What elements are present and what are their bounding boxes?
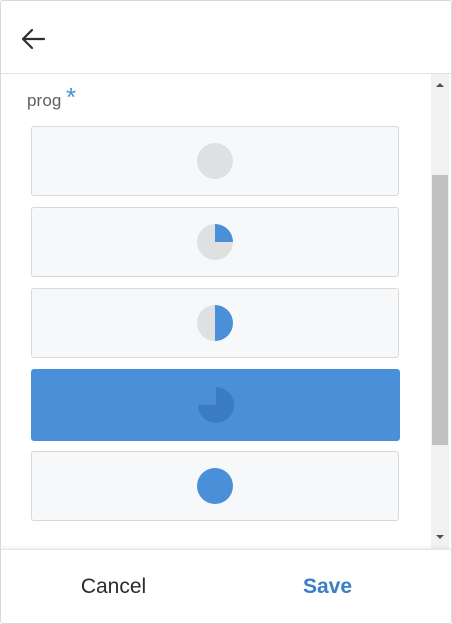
cancel-button[interactable]: Cancel (1, 550, 226, 623)
triangle-down-icon (436, 535, 444, 539)
required-asterisk: * (66, 82, 77, 112)
half-pie-icon (197, 305, 233, 341)
triangle-up-icon (436, 83, 444, 87)
progress-option-0[interactable] (31, 126, 399, 196)
three-quarter-pie-icon (197, 387, 234, 423)
scrollbar[interactable] (431, 74, 449, 549)
progress-option-100[interactable] (31, 451, 399, 521)
scroll-up-button[interactable] (431, 77, 449, 93)
dialog-footer: Cancel Save (1, 549, 451, 623)
progress-option-50[interactable] (31, 288, 399, 358)
empty-circle-icon (197, 143, 233, 179)
back-button[interactable] (17, 23, 49, 55)
full-circle-icon (197, 468, 233, 504)
field-label: prog (27, 91, 62, 110)
form-content: prog * (1, 74, 431, 549)
progress-option-25[interactable] (31, 207, 399, 277)
quarter-pie-icon (197, 224, 233, 260)
dialog: prog * Cancel Save (0, 0, 452, 624)
scroll-down-button[interactable] (431, 529, 449, 545)
scroll-thumb[interactable] (432, 175, 448, 445)
arrow-left-icon (21, 28, 46, 50)
dialog-header (1, 1, 451, 74)
progress-option-75[interactable] (31, 369, 400, 441)
save-button[interactable]: Save (215, 550, 440, 623)
